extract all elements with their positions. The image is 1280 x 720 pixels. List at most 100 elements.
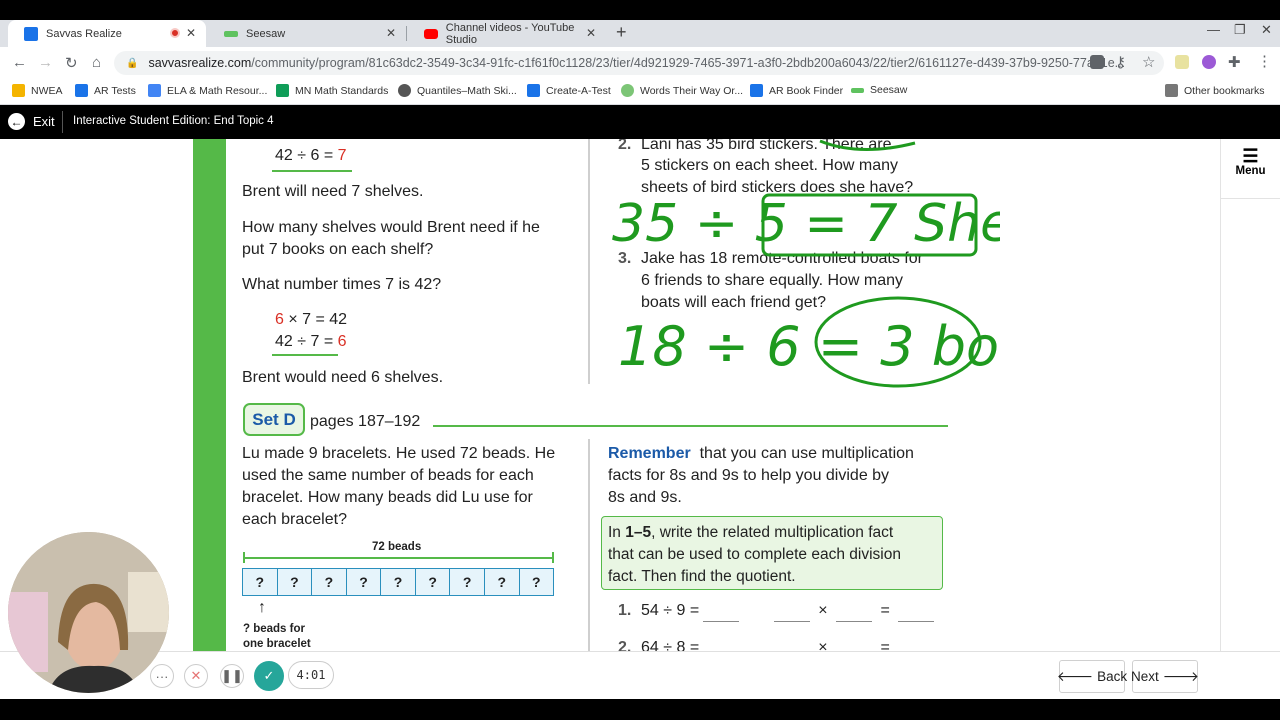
cancel-recording-button[interactable]: ✕ — [184, 664, 208, 688]
tab-youtube-studio[interactable]: Channel videos - YouTube Studio ✕ — [408, 20, 606, 47]
page-title: Interactive Student Edition: End Topic 4 — [73, 115, 274, 127]
url-input[interactable]: 🔒 savvasrealize.com/community/program/81… — [114, 51, 1164, 75]
restore-icon[interactable]: ❐ — [1234, 22, 1246, 38]
close-icon[interactable]: ✕ — [586, 26, 596, 40]
reload-icon[interactable]: ↻ — [65, 54, 78, 72]
next-button[interactable]: Next 🡒 — [1131, 660, 1199, 693]
youtube-icon — [424, 28, 438, 39]
menu-button[interactable]: ☰ Menu — [1221, 139, 1280, 199]
text-line: Lu made 9 bracelets. He used 72 beads. H… — [242, 445, 556, 462]
new-tab-button[interactable]: + — [616, 22, 627, 43]
bookmark-other[interactable]: Other bookmarks — [1165, 84, 1265, 97]
bookmarks-bar: NWEA AR Tests ELA & Math Resour... MN Ma… — [0, 79, 1280, 105]
recording-timer: 4:01 — [288, 661, 334, 689]
right-rail — [1220, 139, 1280, 651]
bar-model-total: 72 beads — [372, 541, 422, 553]
globe-icon — [398, 84, 411, 97]
set-d-pages: pages 187–192 — [310, 413, 421, 430]
menu-label: Menu — [1235, 165, 1266, 177]
app-header: ← Exit Interactive Student Edition: End … — [0, 105, 1280, 139]
bookmark-label: MN Math Standards — [295, 84, 389, 97]
minimize-icon[interactable]: — — [1207, 22, 1220, 37]
camera-icon[interactable] — [1090, 55, 1104, 69]
bookmark-label: Other bookmarks — [1184, 84, 1265, 97]
key-icon[interactable]: ⚷ — [1115, 53, 1126, 71]
bookmark-label: Seesaw — [870, 84, 908, 96]
bookmark-seesaw[interactable]: Seesaw — [851, 84, 907, 96]
tab-seesaw[interactable]: Seesaw ✕ — [208, 20, 406, 47]
star-icon[interactable]: ☆ — [1142, 53, 1155, 71]
header-divider — [62, 111, 63, 133]
bar-cell: ? — [450, 569, 485, 595]
text-span: 1–5 — [625, 524, 652, 541]
heart-icon — [621, 84, 634, 97]
url-host: savvasrealize.com — [148, 56, 252, 70]
bar-cell: ? — [278, 569, 313, 595]
bookmark-label: AR Tests — [94, 84, 136, 97]
webcam-image — [8, 532, 169, 693]
bar-model: ? ? ? ? ? ? ? ? ? — [242, 568, 554, 596]
textbook-page: 42 ÷ 6 = 7 Brent will need 7 shelves. Ho… — [0, 139, 1280, 651]
back-arrow-icon[interactable]: ← — [12, 54, 27, 71]
back-circle-icon: ← — [8, 113, 25, 130]
webcam-wall — [128, 572, 169, 632]
exercise-number: 1. — [618, 602, 632, 619]
bookmark-mn-math[interactable]: MN Math Standards — [276, 84, 388, 97]
lock-icon: 🔒 — [126, 57, 139, 69]
bar-model-bracket-end — [552, 552, 554, 563]
instructions-box: In 1–5, write the related multiplication… — [601, 516, 943, 590]
bar-cell: ? — [347, 569, 382, 595]
ar-icon — [75, 84, 88, 97]
set-d-label: Set D — [252, 409, 296, 429]
handwriting-overlay: 35 ÷ 5 = 7 Sheets 18 ÷ 6 = 3 boats — [612, 139, 1000, 388]
doc-icon — [148, 84, 161, 97]
remember-line: Remember that you can use multiplication — [608, 443, 914, 465]
answer-blank — [836, 608, 873, 622]
extension-notes-icon[interactable] — [1175, 55, 1189, 69]
bar-cell: ? — [416, 569, 451, 595]
forward-arrow-icon[interactable]: → — [38, 54, 53, 71]
bookmark-create-a-test[interactable]: Create-A-Test — [527, 84, 611, 97]
more-vert-icon[interactable]: ⋮ — [1257, 52, 1272, 70]
column-divider — [588, 439, 590, 651]
more-horiz-icon[interactable]: ··· — [150, 664, 174, 688]
back-label: Back — [1097, 669, 1128, 684]
bookmark-ar-book-finder[interactable]: AR Book Finder — [750, 84, 843, 97]
close-icon[interactable]: ✕ — [386, 26, 396, 40]
footer-nav: ··· ✕ ❚❚ ✓ 🡐 Back Next 🡒 — [0, 651, 1280, 699]
text-span: , write the related multiplication fact — [651, 524, 894, 541]
home-icon[interactable]: ⌂ — [92, 54, 101, 71]
bookmark-label: Words Their Way Or... — [640, 84, 744, 97]
set-d-badge: Set D — [243, 403, 305, 436]
ink-stroke — [819, 139, 916, 151]
exercise-expression: 64 ÷ 8 = — [641, 639, 700, 651]
exercise-1: 54 ÷ 9 = × = — [641, 600, 938, 622]
exit-button[interactable]: ← Exit — [8, 113, 55, 130]
bar-cell: ? — [485, 569, 520, 595]
exercise-expression: 54 ÷ 9 = — [641, 602, 700, 619]
bookmark-ar-tests[interactable]: AR Tests — [75, 84, 136, 97]
tab-strip: Savvas Realize ✕ Seesaw ✕ Channel videos… — [0, 20, 1280, 47]
text-line: that can be used to complete each divisi… — [608, 546, 901, 563]
back-button[interactable]: 🡐 Back — [1057, 660, 1128, 693]
bar-model-bracket — [243, 557, 554, 559]
bookmark-label: AR Book Finder — [769, 84, 844, 97]
text-line: that you can use multiplication — [699, 445, 914, 462]
next-label: Next — [1131, 669, 1159, 684]
address-bar-row: ← → ↻ ⌂ 🔒 savvasrealize.com/community/pr… — [0, 47, 1280, 79]
os-bottom-bar — [0, 699, 1280, 720]
puzzle-icon[interactable]: ✚ — [1228, 53, 1241, 71]
bookmark-nwea[interactable]: NWEA — [12, 84, 63, 97]
answer-blank — [773, 608, 810, 622]
bookmark-ela-math[interactable]: ELA & Math Resour... — [148, 84, 267, 97]
text-line: bracelet. How many beads did Lu use for — [242, 489, 533, 506]
bookmark-words-their-way[interactable]: Words Their Way Or... — [621, 84, 743, 97]
bar-cell: ? — [312, 569, 347, 595]
bookmark-quantiles[interactable]: Quantiles–Math Ski... — [398, 84, 517, 97]
answer-blank — [703, 608, 740, 622]
close-icon[interactable]: ✕ — [186, 26, 196, 40]
pause-button[interactable]: ❚❚ — [220, 664, 244, 688]
extension-color-icon[interactable] — [1202, 55, 1216, 69]
window-close-icon[interactable]: ✕ — [1261, 22, 1272, 38]
done-check-button[interactable]: ✓ — [254, 661, 284, 691]
